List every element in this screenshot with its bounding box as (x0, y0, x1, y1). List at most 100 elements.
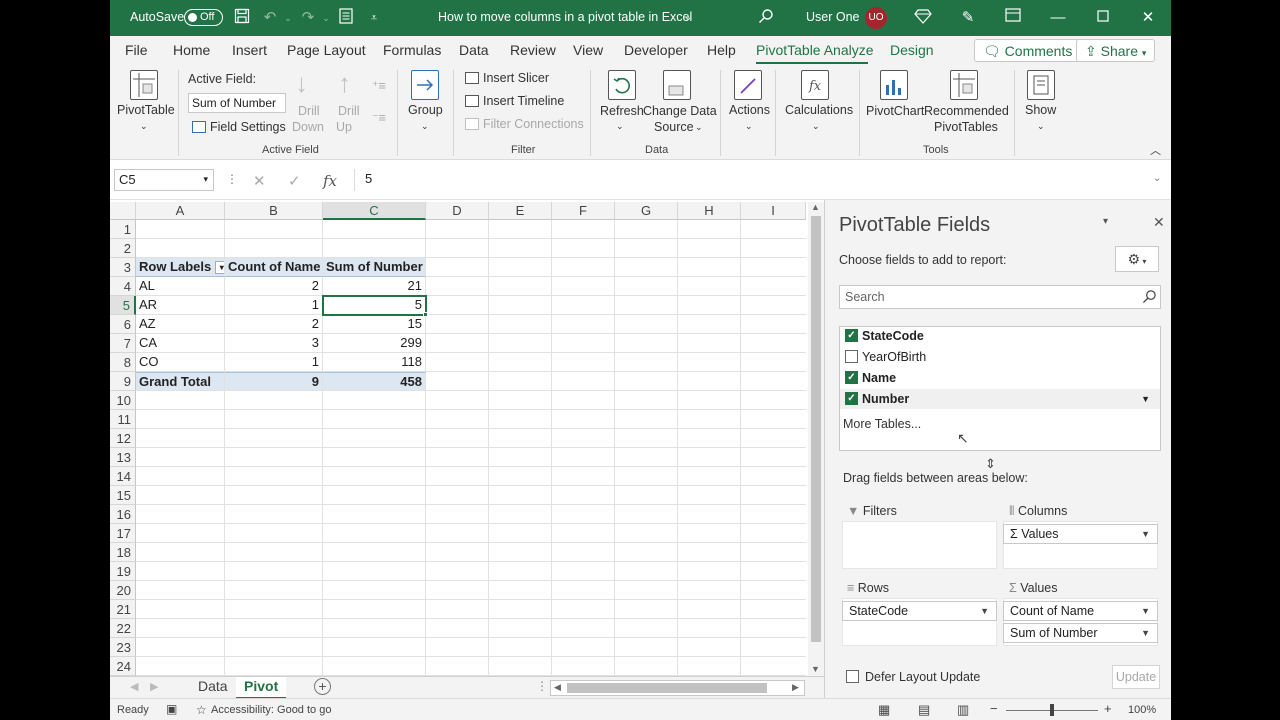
macro-record-icon[interactable]: ▣ (166, 702, 177, 716)
tab-insert[interactable]: Insert (232, 42, 267, 58)
tab-file[interactable]: File (125, 42, 148, 58)
row-header[interactable]: 23 (110, 638, 136, 657)
row-header[interactable]: 11 (110, 410, 136, 429)
tab-design[interactable]: Design (890, 42, 934, 58)
tab-review[interactable]: Review (510, 42, 556, 58)
field-settings-button[interactable]: Field Settings (210, 120, 286, 134)
field-checkbox[interactable] (845, 350, 858, 363)
row-header[interactable]: 24 (110, 657, 136, 676)
page-layout-view-icon[interactable]: ▤ (918, 702, 930, 718)
field-settings-icon[interactable] (192, 121, 206, 133)
customize-qat-icon[interactable]: ⩡ (364, 8, 384, 28)
field-layout-gear-button[interactable]: ⚙ ▾ (1115, 246, 1159, 272)
horizontal-scroll-thumb[interactable] (567, 683, 767, 693)
column-header[interactable]: E (489, 202, 552, 220)
undo-icon[interactable]: ↶ (260, 8, 280, 28)
scroll-right-icon[interactable]: ▶ (792, 682, 799, 693)
more-tables-link[interactable]: More Tables... (843, 417, 921, 431)
pivot-header-cell[interactable]: Count of Name (225, 258, 323, 277)
search-icon[interactable] (756, 8, 776, 28)
insert-timeline-button[interactable]: Insert Timeline (483, 94, 564, 108)
actions-dropdown-icon[interactable]: ⌄ (745, 121, 753, 132)
column-header[interactable]: A (136, 202, 225, 220)
slicer-icon[interactable] (465, 72, 479, 84)
scroll-down-icon[interactable]: ▼ (811, 664, 820, 674)
tab-data[interactable]: Data (459, 42, 489, 58)
field-item-statecode[interactable]: ✓ StateCode (840, 326, 1160, 346)
calculations-button[interactable]: Calculations (785, 103, 853, 117)
add-sheet-icon[interactable]: + (314, 678, 331, 695)
fill-handle[interactable] (423, 312, 428, 317)
pivot-row-label[interactable]: CA (136, 334, 225, 353)
defer-layout-checkbox[interactable] (846, 670, 859, 683)
zoom-out-icon[interactable]: − (990, 701, 998, 716)
minimize-icon[interactable]: — (1048, 8, 1068, 28)
insert-slicer-button[interactable]: Insert Slicer (483, 71, 549, 85)
pivot-header-cell[interactable]: Sum of Number (323, 258, 426, 277)
zoom-slider-thumb[interactable] (1050, 704, 1054, 716)
pivottable-icon[interactable] (130, 70, 158, 100)
insert-function-icon[interactable]: fx (323, 172, 337, 190)
group-dropdown-icon[interactable]: ⌄ (421, 121, 429, 132)
accessibility-status[interactable]: Accessibility: Good to go (211, 704, 331, 716)
actions-icon[interactable] (734, 70, 762, 100)
redo-icon[interactable]: ↷ (298, 8, 318, 28)
grand-total-cell[interactable]: 9 (225, 372, 323, 391)
tab-help[interactable]: Help (707, 42, 736, 58)
prev-sheet-icon[interactable]: ◀ (130, 680, 138, 693)
group-icon[interactable] (411, 70, 439, 100)
horizontal-scrollbar[interactable]: ◀ ▶ (550, 680, 805, 696)
tab-view[interactable]: View (573, 42, 603, 58)
change-data-label-1[interactable]: Change Data (643, 104, 717, 118)
row-header[interactable]: 21 (110, 600, 136, 619)
row-header[interactable]: 8 (110, 353, 136, 372)
normal-view-icon[interactable]: ▦ (878, 702, 890, 718)
row-header[interactable]: 1 (110, 220, 136, 239)
item-dropdown-icon[interactable]: ▼ (980, 602, 989, 620)
recommended-pivottables-icon[interactable] (950, 70, 978, 100)
comments-button[interactable]: 🗨 Comments (974, 39, 1082, 62)
pivotchart-button[interactable]: PivotChart (866, 104, 924, 118)
row-header[interactable]: 6 (110, 315, 136, 334)
save-icon[interactable] (232, 8, 252, 28)
item-dropdown-icon[interactable]: ▼ (1141, 624, 1150, 642)
diamond-icon[interactable] (913, 8, 933, 28)
refresh-icon[interactable] (608, 70, 636, 100)
item-dropdown-icon[interactable]: ▼ (1141, 602, 1150, 620)
pivotchart-icon[interactable] (880, 70, 908, 100)
form-icon[interactable] (336, 8, 356, 28)
row-header[interactable]: 16 (110, 505, 136, 524)
row-labels-filter-icon[interactable]: ▾ (215, 261, 224, 275)
change-data-dropdown-icon[interactable]: ⌄ (695, 122, 703, 133)
show-button[interactable]: Show (1025, 103, 1056, 117)
name-box[interactable]: C5 ▾ (114, 169, 214, 191)
pane-options-icon[interactable]: ▾ (1103, 216, 1108, 227)
pen-icon[interactable]: ✎ (958, 8, 978, 28)
recommended-label-1[interactable]: Recommended (924, 104, 1009, 118)
refresh-button[interactable]: Refresh (600, 104, 644, 118)
update-button[interactable]: Update (1112, 665, 1160, 689)
redo-dropdown-icon[interactable]: ⌄ (316, 8, 336, 28)
row-header[interactable]: 5 (110, 296, 136, 315)
row-header[interactable]: 14 (110, 467, 136, 486)
pivot-value-cell[interactable]: 299 (323, 334, 426, 353)
maximize-icon[interactable] (1093, 8, 1113, 28)
calculations-icon[interactable]: fx (801, 70, 829, 100)
field-search-input[interactable]: Search (839, 285, 1161, 309)
close-icon[interactable]: ✕ (1138, 8, 1158, 28)
row-header[interactable]: 19 (110, 562, 136, 581)
field-item-number[interactable]: ✓ Number ▼ (840, 389, 1160, 409)
zoom-level[interactable]: 100% (1128, 704, 1156, 716)
column-header[interactable]: C (323, 202, 426, 220)
recommended-label-2[interactable]: PivotTables (934, 120, 998, 134)
filters-drop-area[interactable] (842, 521, 997, 569)
resize-handle-icon[interactable]: ⇕ (985, 456, 996, 472)
group-button[interactable]: Group (408, 103, 443, 117)
actions-button[interactable]: Actions (729, 103, 770, 117)
column-header[interactable]: D (426, 202, 489, 220)
row-header[interactable]: 22 (110, 619, 136, 638)
pivot-value-cell[interactable]: 2 (225, 277, 323, 296)
field-checkbox[interactable]: ✓ (845, 329, 858, 342)
column-header[interactable]: H (678, 202, 741, 220)
next-sheet-icon[interactable]: ▶ (150, 680, 158, 693)
